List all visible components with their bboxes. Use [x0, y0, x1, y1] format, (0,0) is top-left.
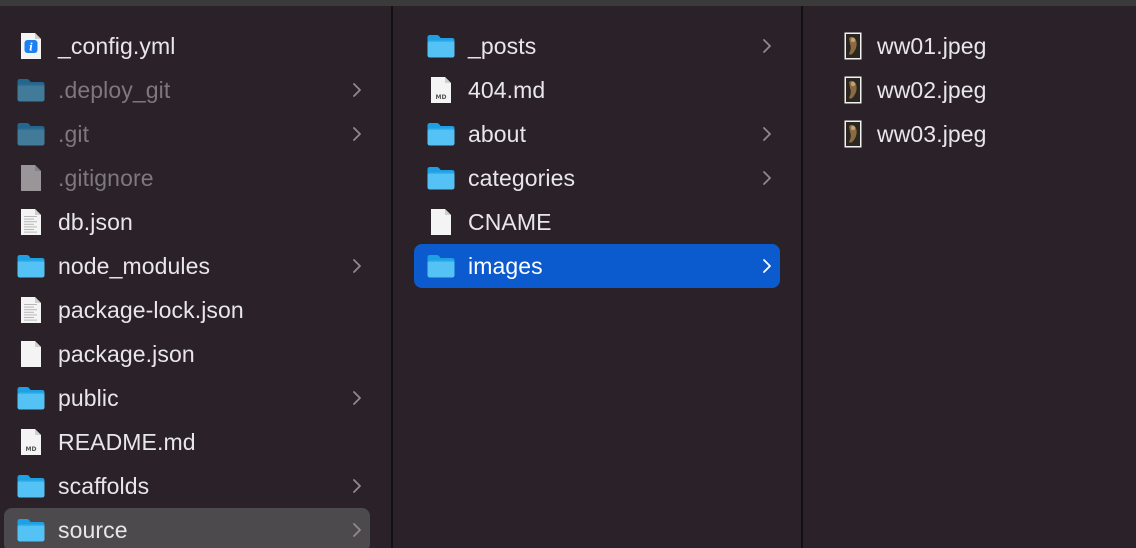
- item-name: _config.yml: [58, 32, 176, 59]
- item-name: package-lock.json: [58, 296, 244, 323]
- item-name: ww01.jpeg: [877, 32, 987, 59]
- item-name: public: [58, 384, 119, 411]
- list-item[interactable]: .deploy_git: [4, 68, 370, 112]
- chevron-right-icon: [760, 36, 774, 56]
- chevron-right-icon: [350, 520, 364, 540]
- item-name: .git: [58, 120, 90, 147]
- folder-icon: [426, 251, 456, 281]
- chevron-right-icon: [350, 476, 364, 496]
- column-project-root[interactable]: i _config.yml .deploy_git .git .gitignore db.…: [0, 6, 393, 548]
- item-name: scaffolds: [58, 472, 150, 499]
- item-name: node_modules: [58, 252, 211, 279]
- document-icon: [16, 339, 46, 369]
- finder-window: i _config.yml .deploy_git .git .gitignore db.…: [0, 0, 1136, 548]
- item-name: source: [58, 516, 128, 543]
- list-item[interactable]: package.json: [4, 332, 370, 376]
- svg-text:i: i: [29, 43, 33, 54]
- image-thumbnail-icon: [843, 119, 863, 149]
- json-file-icon: [16, 295, 46, 325]
- list-item[interactable]: about: [414, 112, 780, 156]
- folder-icon: [16, 75, 46, 105]
- chevron-right-icon: [350, 80, 364, 100]
- item-name: db.json: [58, 208, 133, 235]
- list-item[interactable]: _posts: [414, 24, 780, 68]
- document-icon: [426, 207, 456, 237]
- item-name: README.md: [58, 428, 196, 455]
- folder-icon: [426, 119, 456, 149]
- item-name: _posts: [468, 32, 537, 59]
- item-name: ww02.jpeg: [877, 76, 987, 103]
- list-item[interactable]: ww01.jpeg: [840, 24, 1116, 68]
- chevron-right-icon: [350, 256, 364, 276]
- yml-file-icon: i: [16, 31, 46, 61]
- chevron-right-icon: [350, 124, 364, 144]
- chevron-right-icon: [760, 124, 774, 144]
- item-name: 404.md: [468, 76, 546, 103]
- list-item[interactable]: .gitignore: [4, 156, 370, 200]
- list-item[interactable]: categories: [414, 156, 780, 200]
- item-name: images: [468, 252, 543, 279]
- folder-icon: [16, 515, 46, 545]
- list-item[interactable]: ww03.jpeg: [840, 112, 1116, 156]
- list-item[interactable]: MD 404.md: [414, 68, 780, 112]
- folder-icon: [426, 163, 456, 193]
- folder-icon: [16, 251, 46, 281]
- md-file-icon: MD: [426, 75, 456, 105]
- list-item[interactable]: scaffolds: [4, 464, 370, 508]
- item-name: .gitignore: [58, 164, 154, 191]
- item-name: about: [468, 120, 527, 147]
- list-item[interactable]: CNAME: [414, 200, 780, 244]
- list-item[interactable]: .git: [4, 112, 370, 156]
- chevron-right-icon: [760, 256, 774, 276]
- image-thumbnail-icon: [843, 31, 863, 61]
- item-name: .deploy_git: [58, 76, 171, 103]
- list-item[interactable]: node_modules: [4, 244, 370, 288]
- list-item[interactable]: ww02.jpeg: [840, 68, 1116, 112]
- list-item[interactable]: i _config.yml: [4, 24, 370, 68]
- image-thumbnail-icon: [843, 75, 863, 105]
- folder-icon: [426, 31, 456, 61]
- item-name: package.json: [58, 340, 195, 367]
- svg-text:MD: MD: [436, 94, 447, 101]
- list-item[interactable]: public: [4, 376, 370, 420]
- item-name: ww03.jpeg: [877, 120, 987, 147]
- item-name: categories: [468, 164, 576, 191]
- md-file-icon: MD: [16, 427, 46, 457]
- list-item[interactable]: images: [414, 244, 780, 288]
- folder-icon: [16, 383, 46, 413]
- chevron-right-icon: [350, 388, 364, 408]
- json-file-icon: [16, 207, 46, 237]
- list-item[interactable]: source: [4, 508, 370, 548]
- list-item[interactable]: package-lock.json: [4, 288, 370, 332]
- list-item[interactable]: MD README.md: [4, 420, 370, 464]
- column-images[interactable]: ww01.jpeg ww02.jpeg ww03.jpeg: [805, 6, 1136, 548]
- chevron-right-icon: [760, 168, 774, 188]
- svg-text:MD: MD: [26, 446, 37, 453]
- item-name: CNAME: [468, 208, 552, 235]
- column-source[interactable]: _posts MD 404.md about categories CNAME images: [395, 6, 803, 548]
- folder-icon: [16, 119, 46, 149]
- list-item[interactable]: db.json: [4, 200, 370, 244]
- document-icon: [16, 163, 46, 193]
- folder-icon: [16, 471, 46, 501]
